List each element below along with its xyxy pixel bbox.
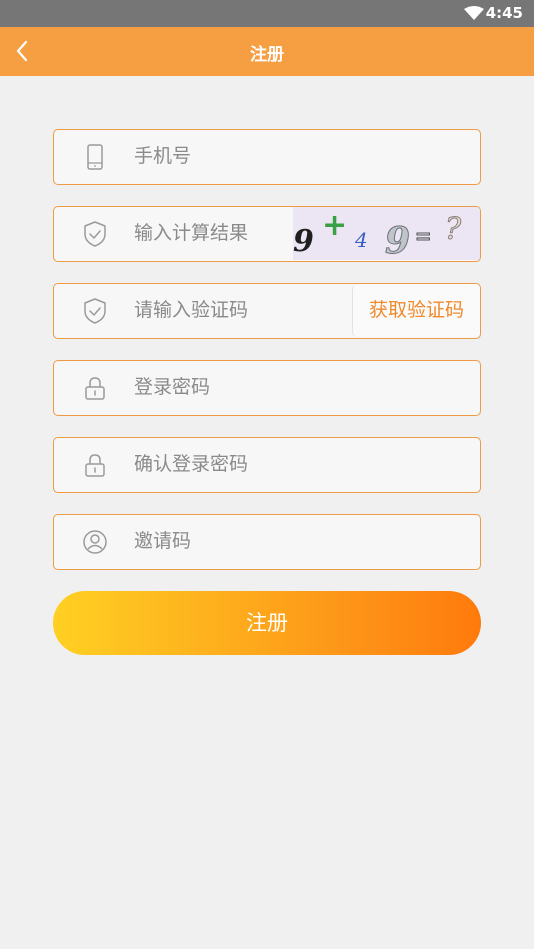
svg-text:+: + [322,208,347,243]
phone-icon [87,144,103,170]
status-bar: 4:45 [0,0,534,27]
sms-code-field[interactable]: 获取验证码 [53,283,481,339]
confirm-password-input[interactable] [134,438,334,491]
svg-text:4: 4 [354,228,368,252]
svg-text:9: 9 [385,220,410,260]
phone-input[interactable] [134,130,334,183]
confirm-password-field[interactable] [53,437,481,493]
user-circle-icon [83,530,107,554]
invite-code-input[interactable] [134,515,334,568]
password-field[interactable] [53,360,481,416]
svg-text:=: = [416,222,430,250]
app-bar: 注册 [0,27,534,76]
wifi-icon [464,6,484,20]
shield-check-icon [84,221,106,247]
page-title: 注册 [250,45,284,65]
lock-icon [85,454,105,477]
captcha-image[interactable]: 9 + 4 9 = ? [293,207,481,260]
sms-code-input[interactable] [134,284,334,337]
captcha-field[interactable]: 9 + 4 9 = ? [53,206,481,262]
shield-check-icon [84,298,106,324]
invite-code-field[interactable] [53,514,481,570]
password-input[interactable] [134,361,334,414]
get-code-button[interactable]: 获取验证码 [352,284,480,337]
status-time: 4:45 [485,4,523,22]
lock-icon [85,377,105,400]
svg-text:9: 9 [293,224,314,259]
register-button[interactable]: 注册 [53,591,481,655]
svg-text:?: ? [445,212,462,247]
phone-field[interactable] [53,129,481,185]
